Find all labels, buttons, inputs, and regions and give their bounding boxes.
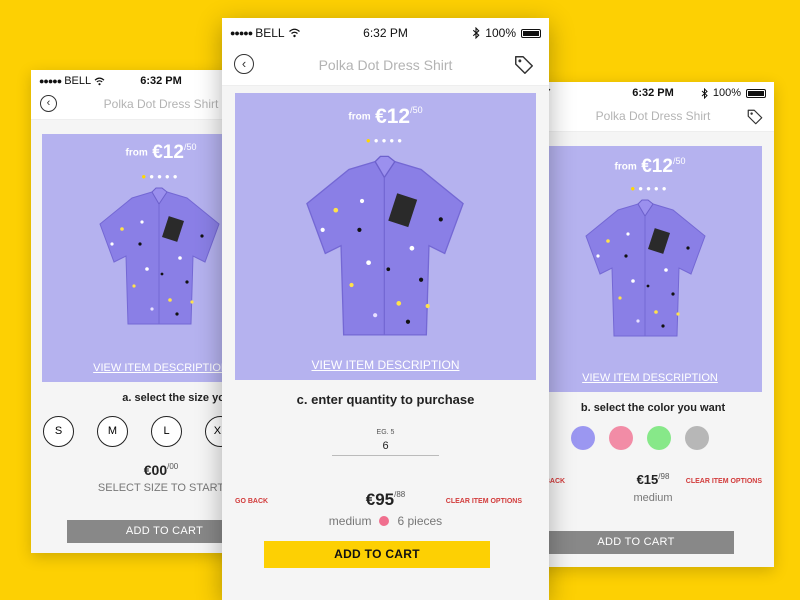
add-to-cart-button[interactable]: ADD TO CART	[264, 541, 490, 568]
view-description-link[interactable]: VIEW ITEM DESCRIPTION	[235, 358, 536, 372]
product-image[interactable]: from €12/50 ●●●●● VIEW ITEM DESCRIPTION	[235, 93, 536, 380]
nav-bar: ‹ Polka Dot Dress Shirt	[222, 46, 549, 86]
battery-percent: 100%	[712, 87, 741, 99]
page-title: Polka Dot Dress Shirt	[595, 109, 711, 123]
quantity-hint: EG. 5	[376, 429, 395, 436]
nav-bar: Polka Dot Dress Shirt	[532, 102, 774, 132]
battery-percent: 100%	[485, 26, 516, 40]
selected-color-dot	[379, 516, 390, 526]
color-swatch-gray[interactable]	[685, 426, 709, 450]
price-tag-icon[interactable]	[513, 54, 535, 76]
clear-options-link[interactable]: CLEAR ITEM OPTIONS	[446, 498, 522, 505]
selected-size: medium	[328, 514, 372, 528]
selected-size: medium	[633, 492, 673, 504]
step-heading: b. select the color you want	[580, 402, 726, 414]
clear-options-link[interactable]: CLEAR ITEM OPTIONS	[686, 478, 762, 485]
selected-quantity: 6 pieces	[397, 514, 443, 528]
shirt-image	[585, 199, 706, 337]
bluetooth-icon	[473, 27, 480, 39]
shirt-image	[306, 155, 464, 336]
status-bar: 6:32 PM 100%	[532, 82, 774, 102]
color-swatch-green[interactable]	[647, 426, 671, 450]
from-price: from €12/50	[348, 105, 423, 128]
screen-content: from €12/50 ●●●●● VIEW ITEM DESCRIPTION …	[532, 132, 774, 567]
status-bar: ●●●●● BELL 6:32 PM 100%	[222, 18, 549, 46]
quantity-input[interactable]: 6	[332, 440, 439, 456]
battery-icon	[746, 88, 766, 98]
size-option-m[interactable]: M	[97, 416, 128, 447]
bluetooth-icon	[701, 87, 708, 99]
color-options	[571, 426, 709, 450]
size-option-l[interactable]: L	[151, 416, 182, 447]
screen-content: from €12/50 ●●●●● VIEW ITEM DESCRIPTION …	[222, 86, 549, 600]
battery-icon	[521, 28, 541, 38]
from-price: from €12/50	[614, 156, 686, 177]
color-swatch-purple[interactable]	[571, 426, 595, 450]
color-swatch-pink[interactable]	[609, 426, 633, 450]
add-to-cart-button[interactable]: ADD TO CART	[538, 531, 734, 554]
phone-screen-color-step: 6:32 PM 100% Polka Dot Dress Shirt from …	[532, 82, 774, 567]
product-image[interactable]: from €12/50 ●●●●● VIEW ITEM DESCRIPTION	[538, 146, 762, 392]
shirt-image	[99, 187, 220, 325]
size-options: S M L XL	[43, 416, 236, 447]
price-tag-icon[interactable]	[746, 108, 764, 126]
phone-screen-quantity-step: ●●●●● BELL 6:32 PM 100% ‹ Polka Dot Dres…	[222, 18, 549, 600]
size-option-s[interactable]: S	[43, 416, 74, 447]
page-title: Polka Dot Dress Shirt	[318, 57, 453, 73]
step-heading: c. enter quantity to purchase	[296, 392, 475, 407]
view-description-link[interactable]: VIEW ITEM DESCRIPTION	[538, 372, 762, 384]
order-summary: medium 6 pieces	[222, 514, 549, 528]
